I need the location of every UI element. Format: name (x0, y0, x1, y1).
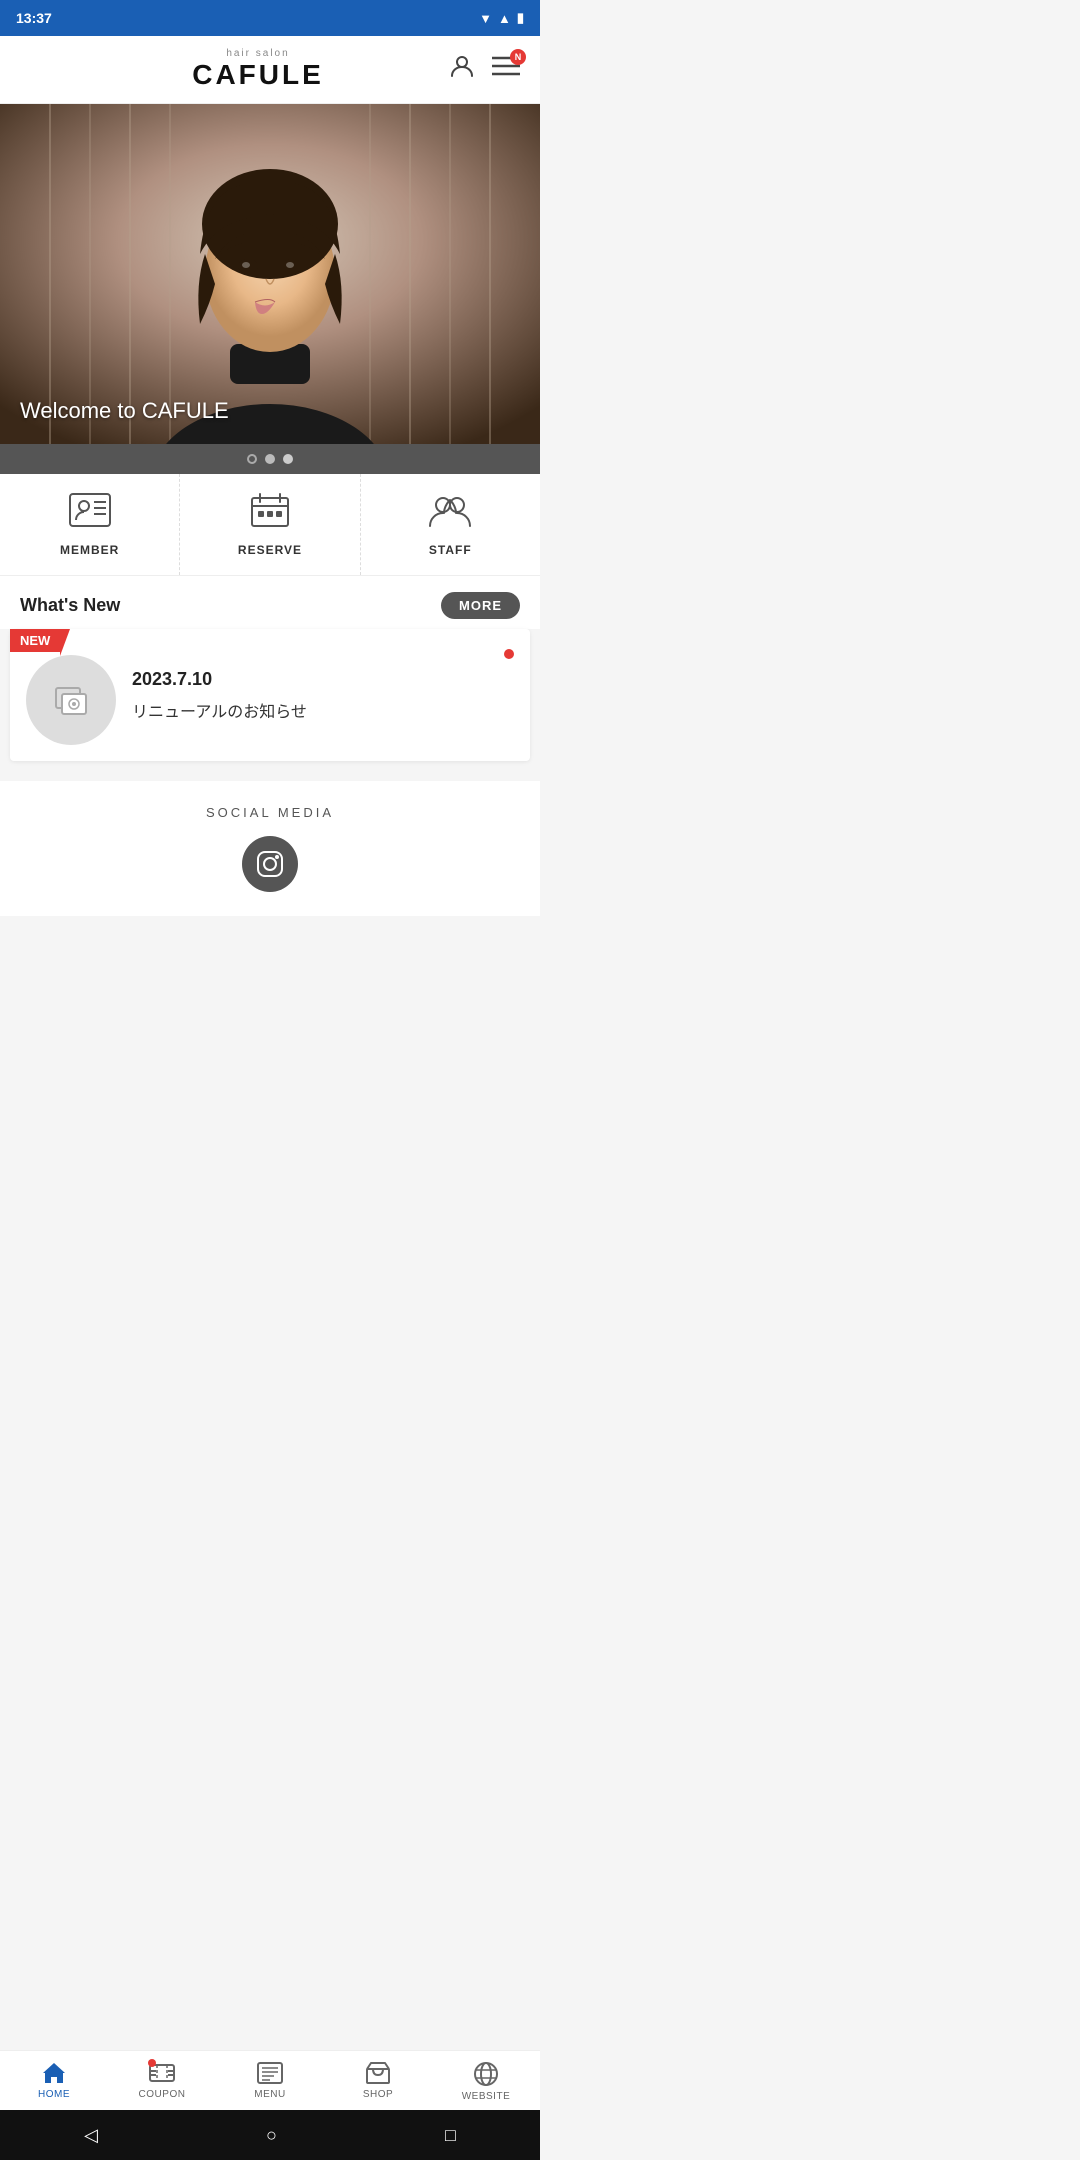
header-actions: N (448, 52, 520, 87)
news-content: 2023.7.10 リニューアルのお知らせ (132, 669, 488, 722)
staff-label: STAFF (429, 543, 472, 557)
whats-new-title: What's New (20, 595, 120, 616)
carousel-dots (0, 444, 540, 474)
menu-button[interactable]: N (492, 55, 520, 84)
status-bar: 13:37 ▼ ▲ ▮ (0, 0, 540, 36)
nav-home[interactable]: HOME (0, 2051, 108, 2110)
nav-menu[interactable]: MENU (216, 2051, 324, 2110)
nav-shop[interactable]: SHOP (324, 2051, 432, 2110)
unread-dot (504, 649, 514, 659)
nav-shop-label: SHOP (363, 2089, 393, 2100)
carousel-dot-2[interactable] (265, 454, 275, 464)
nav-menu-label: MENU (254, 2089, 285, 2100)
status-icons: ▼ ▲ ▮ (479, 10, 524, 26)
android-recent-button[interactable]: □ (437, 2117, 464, 2154)
reserve-label: RESERVE (238, 543, 302, 557)
app-header: hair salon CAFULE N (0, 36, 540, 104)
android-back-button[interactable]: ◁ (76, 2117, 106, 2154)
hero-banner: Welcome to CAFULE (0, 104, 540, 444)
logo-subtitle: hair salon (226, 48, 289, 59)
wifi-icon: ▼ (479, 11, 492, 26)
signal-icon: ▲ (498, 11, 511, 26)
instagram-button[interactable] (242, 836, 298, 892)
news-date: 2023.7.10 (132, 669, 488, 690)
bottom-nav: HOME COUPON MENU SHOP (0, 2050, 540, 2110)
profile-button[interactable] (448, 52, 476, 87)
app-logo: hair salon CAFULE (192, 48, 324, 91)
reserve-icon (250, 492, 290, 535)
hero-welcome-text: Welcome to CAFULE (20, 398, 229, 424)
logo-main: CAFULE (192, 59, 324, 91)
member-icon (68, 492, 112, 535)
news-thumbnail (26, 655, 116, 745)
nav-website[interactable]: WEBSITE (432, 2051, 540, 2110)
android-nav-bar: ◁ ○ □ (0, 2110, 540, 2160)
staff-icon (428, 492, 472, 535)
nav-website-label: WEBSITE (462, 2091, 511, 2102)
social-media-title: SOCIAL MEDIA (206, 805, 334, 820)
notification-badge: N (510, 49, 526, 65)
quick-nav: MEMBER RESERVE STAFF (0, 474, 540, 576)
social-media-section: SOCIAL MEDIA (0, 781, 540, 916)
nav-coupon-label: COUPON (139, 2089, 186, 2100)
news-card-1[interactable]: NEW 2023.7.10 リニューアルのお知らせ (10, 629, 530, 761)
quick-nav-reserve[interactable]: RESERVE (180, 474, 360, 575)
news-title: リニューアルのお知らせ (132, 698, 488, 722)
more-button[interactable]: MORE (441, 592, 520, 619)
nav-home-label: HOME (38, 2089, 70, 2100)
battery-icon: ▮ (517, 10, 524, 26)
member-label: MEMBER (60, 543, 119, 557)
carousel-dot-3[interactable] (283, 454, 293, 464)
whats-new-header: What's New MORE (0, 576, 540, 629)
nav-coupon[interactable]: COUPON (108, 2051, 216, 2110)
android-home-button[interactable]: ○ (258, 2117, 285, 2154)
quick-nav-member[interactable]: MEMBER (0, 474, 180, 575)
status-time: 13:37 (16, 10, 52, 26)
carousel-dot-1[interactable] (247, 454, 257, 464)
new-badge: NEW (10, 629, 60, 652)
coupon-notification-dot (148, 2059, 156, 2067)
quick-nav-staff[interactable]: STAFF (361, 474, 540, 575)
